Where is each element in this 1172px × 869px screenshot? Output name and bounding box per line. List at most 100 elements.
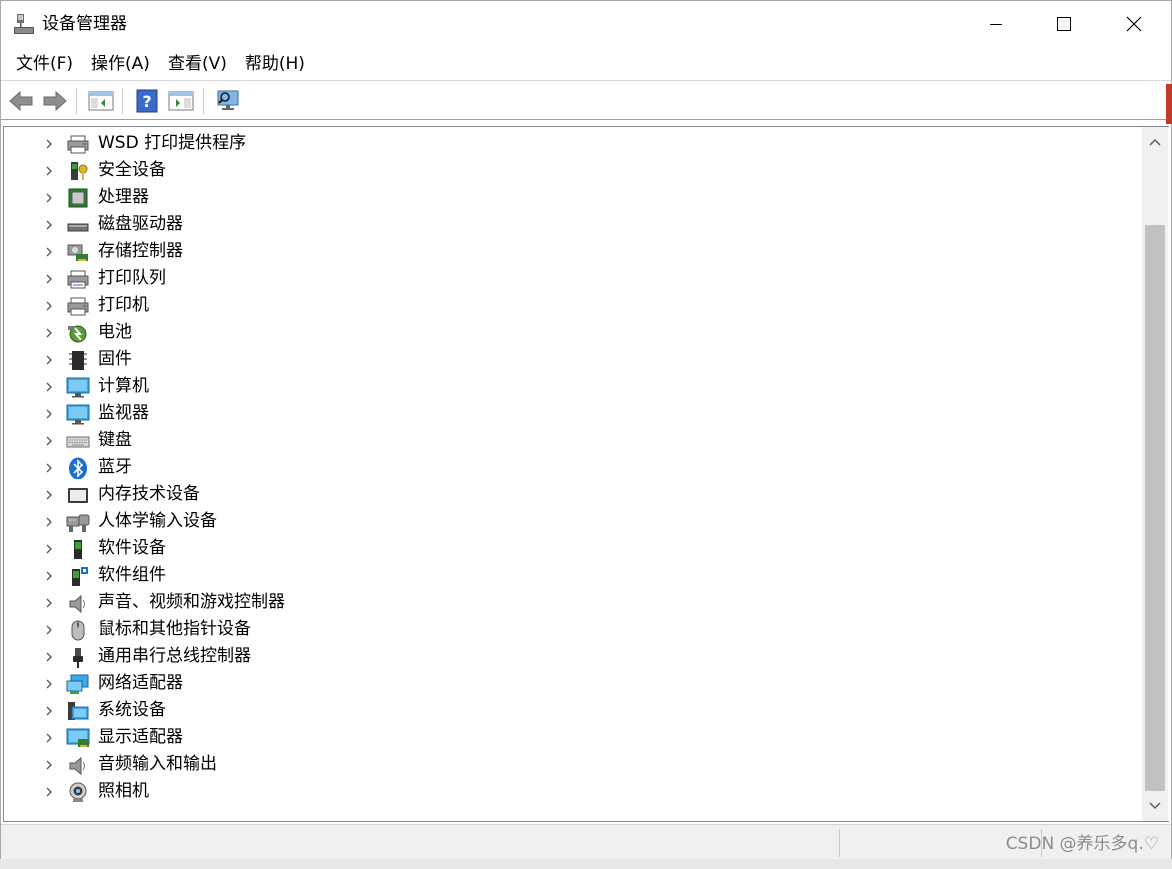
expand-chevron-icon[interactable] [42, 568, 56, 582]
expand-chevron-icon[interactable] [42, 487, 56, 501]
scroll-up-button[interactable] [1142, 127, 1168, 157]
tree-item-label: 计算机 [98, 376, 149, 396]
tree-item[interactable]: 通用串行总线控制器 [4, 643, 1142, 670]
hid-icon [66, 511, 90, 533]
tree-item-label: 内存技术设备 [98, 484, 200, 504]
tree-item[interactable]: 处理器 [4, 184, 1142, 211]
svg-text:?: ? [142, 92, 151, 111]
expand-chevron-icon[interactable] [42, 757, 56, 771]
tree-item-label: 音频输入和输出 [98, 754, 217, 774]
expand-chevron-icon[interactable] [42, 622, 56, 636]
tree-item[interactable]: 打印机 [4, 292, 1142, 319]
expand-chevron-icon[interactable] [42, 136, 56, 150]
expand-chevron-icon[interactable] [42, 541, 56, 555]
tree-item[interactable]: 软件设备 [4, 535, 1142, 562]
minimize-icon [990, 24, 1002, 25]
expand-chevron-icon[interactable] [42, 163, 56, 177]
tree-item[interactable]: 内存技术设备 [4, 481, 1142, 508]
expand-chevron-icon[interactable] [42, 271, 56, 285]
expand-chevron-icon[interactable] [42, 352, 56, 366]
expand-chevron-icon[interactable] [42, 784, 56, 798]
forward-button[interactable] [41, 87, 69, 115]
tree-item-label: 打印队列 [98, 268, 166, 288]
expand-chevron-icon[interactable] [42, 217, 56, 231]
tree-item-label: 处理器 [98, 187, 149, 207]
menu-help[interactable]: 帮助(H) [236, 49, 314, 79]
expand-chevron-icon[interactable] [42, 190, 56, 204]
scroll-down-button[interactable] [1142, 791, 1168, 821]
expand-chevron-icon[interactable] [42, 676, 56, 690]
tree-item[interactable]: 安全设备 [4, 157, 1142, 184]
tree-item[interactable]: 固件 [4, 346, 1142, 373]
tree-item[interactable]: 网络适配器 [4, 670, 1142, 697]
expand-chevron-icon[interactable] [42, 514, 56, 528]
expand-chevron-icon[interactable] [42, 433, 56, 447]
display-adapter-icon [66, 727, 90, 749]
help-button[interactable]: ? [133, 87, 161, 115]
tree-item[interactable]: 系统设备 [4, 697, 1142, 724]
scroll-thumb[interactable] [1145, 225, 1165, 791]
scan-hardware-button[interactable] [215, 87, 243, 115]
vertical-scrollbar[interactable] [1142, 127, 1168, 821]
print-queue-icon [66, 268, 90, 290]
expand-chevron-icon[interactable] [42, 379, 56, 393]
tree-item[interactable]: 计算机 [4, 373, 1142, 400]
expand-chevron-icon[interactable] [42, 325, 56, 339]
storage-controller-icon [66, 241, 90, 263]
bluetooth-icon [66, 457, 90, 480]
properties-pane-button[interactable] [167, 87, 195, 115]
back-button[interactable] [7, 87, 35, 115]
window-title: 设备管理器 [42, 14, 127, 34]
expand-chevron-icon[interactable] [42, 703, 56, 717]
tree-item-label: 通用串行总线控制器 [98, 646, 251, 666]
expand-chevron-icon[interactable] [42, 730, 56, 744]
menu-file[interactable]: 文件(F) [7, 49, 82, 79]
menu-action[interactable]: 操作(A) [82, 49, 159, 79]
minimize-button[interactable] [961, 1, 1031, 47]
tree-item[interactable]: 显示适配器 [4, 724, 1142, 751]
expand-chevron-icon[interactable] [42, 406, 56, 420]
maximize-button[interactable] [1029, 1, 1099, 47]
tree-item[interactable]: 磁盘驱动器 [4, 211, 1142, 238]
tree-item-label: 显示适配器 [98, 727, 183, 747]
sound-icon [66, 592, 90, 614]
expand-chevron-icon[interactable] [42, 244, 56, 258]
tree-item[interactable]: 存储控制器 [4, 238, 1142, 265]
expand-chevron-icon[interactable] [42, 595, 56, 609]
expand-chevron-icon[interactable] [42, 460, 56, 474]
close-button[interactable] [1099, 1, 1169, 47]
software-component-icon [66, 565, 90, 587]
menu-view[interactable]: 查看(V) [159, 49, 236, 79]
tree-item-label: 键盘 [98, 430, 132, 450]
toolbar-separator [76, 88, 77, 114]
tree-item[interactable]: 鼠标和其他指针设备 [4, 616, 1142, 643]
toolbar: ? [1, 82, 1171, 120]
tree-item[interactable]: 监视器 [4, 400, 1142, 427]
show-hide-console-tree-button[interactable] [87, 87, 115, 115]
tree-item[interactable]: 软件组件 [4, 562, 1142, 589]
tree-item[interactable]: WSD 打印提供程序 [4, 130, 1142, 157]
tree-item[interactable]: 声音、视频和游戏控制器 [4, 589, 1142, 616]
camera-icon [66, 781, 90, 803]
tree-item-label: 照相机 [98, 781, 149, 801]
watermark-text: CSDN @养乐多q.♡ [1005, 834, 1159, 854]
tree-item[interactable]: 打印队列 [4, 265, 1142, 292]
tree-item-label: 鼠标和其他指针设备 [98, 619, 251, 639]
tree-item[interactable]: 电池 [4, 319, 1142, 346]
audio-io-icon [66, 754, 90, 776]
security-device-icon [66, 160, 90, 182]
tree-item-label: 存储控制器 [98, 241, 183, 261]
toolbar-separator [203, 88, 204, 114]
keyboard-icon [66, 430, 90, 452]
expand-chevron-icon[interactable] [42, 649, 56, 663]
expand-chevron-icon[interactable] [42, 298, 56, 312]
tree-item[interactable]: 蓝牙 [4, 454, 1142, 481]
tree-item[interactable]: 音频输入和输出 [4, 751, 1142, 778]
forward-arrow-icon [43, 90, 67, 112]
tree-item[interactable]: 键盘 [4, 427, 1142, 454]
tree-item[interactable]: 人体学输入设备 [4, 508, 1142, 535]
tree-item-label: 打印机 [98, 295, 149, 315]
properties-pane-icon [168, 91, 194, 111]
tree-item[interactable]: 照相机 [4, 778, 1142, 805]
memory-device-icon [66, 484, 90, 506]
